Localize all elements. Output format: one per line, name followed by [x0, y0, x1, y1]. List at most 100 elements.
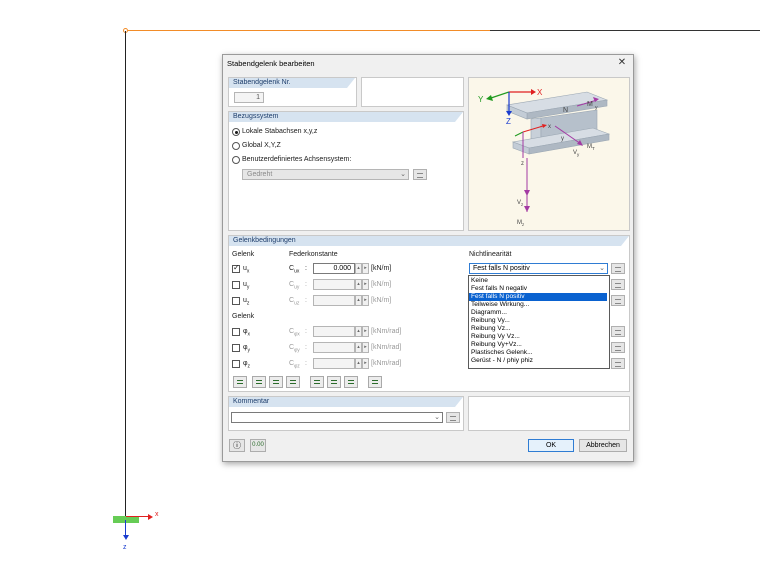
spring-cphix-next-icon[interactable]: ▸	[362, 326, 369, 337]
spring-cphiy-label: Cφy	[289, 344, 300, 354]
reference-system-group: Bezugssystem Lokale Stabachsen x,y,z Glo…	[228, 111, 464, 231]
diagram-label-vy-sub: y	[577, 152, 580, 157]
dropdown-option[interactable]: Reibung Vy+Vz...	[469, 341, 607, 349]
dropdown-option[interactable]: Reibung Vy...	[469, 317, 607, 325]
spring-cphiz-next-icon[interactable]: ▸	[362, 358, 369, 369]
spring-cuz-label: Cuz	[289, 297, 300, 307]
close-icon[interactable]: ✕	[616, 57, 628, 68]
spring-cux-label: Cux	[289, 265, 300, 275]
dropdown-option[interactable]: Reibung Vz...	[469, 325, 607, 333]
hinge-all-icon[interactable]	[233, 376, 247, 388]
spring-cphix-colon: :	[305, 328, 307, 335]
hinge-mymz-icon[interactable]	[344, 376, 358, 388]
dof-uz-label: uz	[243, 297, 250, 307]
nonlinearity-edit-phiy-icon[interactable]	[611, 342, 625, 353]
chevron-down-icon: ⌄	[599, 265, 605, 272]
dropdown-option[interactable]: Fest falls N negativ	[469, 285, 607, 293]
spring-cuz-spin-icon[interactable]: ▴	[355, 295, 362, 306]
edit-axis-system-icon[interactable]	[413, 169, 427, 180]
spring-cux-spin-icon[interactable]: ▴	[355, 263, 362, 274]
hinge-mz-icon[interactable]	[327, 376, 341, 388]
nonlinearity-edit-uy-icon[interactable]	[611, 279, 625, 290]
checkbox-ux[interactable]	[232, 263, 240, 273]
hinge-number-header: Stabendgelenk Nr.	[229, 78, 355, 88]
user-axis-select[interactable]: Gedreht ⌄	[242, 169, 409, 180]
spring-cphiy-input[interactable]	[313, 342, 355, 353]
spring-cuy-spin-icon[interactable]: ▴	[355, 279, 362, 290]
spring-cuz-next-icon[interactable]: ▸	[362, 295, 369, 306]
spring-cuy-input[interactable]	[313, 279, 355, 290]
dropdown-option[interactable]: Plastisches Gelenk...	[469, 349, 607, 357]
dropdown-option[interactable]: Diagramm...	[469, 309, 607, 317]
checkbox-phiz[interactable]	[232, 360, 240, 368]
diagram-label-x-local: x	[548, 124, 551, 130]
dropdown-option[interactable]: Keine	[469, 277, 607, 285]
spring-cphix-spin-icon[interactable]: ▴	[355, 326, 362, 337]
spring-cphiy-next-icon[interactable]: ▸	[362, 342, 369, 353]
spring-cphiy-spin-icon[interactable]: ▴	[355, 342, 362, 353]
help-icon[interactable]: ⓘ	[229, 439, 245, 452]
col-federkonstante-label: Federkonstante	[289, 251, 338, 258]
chevron-down-icon: ⌄	[434, 414, 440, 421]
reference-system-header: Bezugssystem	[229, 112, 463, 122]
comment-library-icon[interactable]	[446, 412, 460, 423]
radio-user-axes[interactable]	[232, 156, 240, 164]
dof-phiz-label: φz	[243, 360, 251, 370]
hinge-number-group: Stabendgelenk Nr. 1	[228, 77, 357, 107]
dropdown-option-selected[interactable]: Fest falls N positiv	[469, 293, 607, 301]
hinge-description-box	[361, 77, 464, 107]
spring-cuy-label: Cuy	[289, 281, 300, 291]
nonlinearity-edit-phix-icon[interactable]	[611, 326, 625, 337]
member-top-orange	[126, 30, 490, 31]
checkbox-uz[interactable]	[232, 297, 240, 305]
checkbox-phiy[interactable]	[232, 344, 240, 352]
nonlinearity-edit-icon[interactable]	[611, 263, 625, 274]
nonlinearity-select[interactable]: Fest falls N positiv ⌄	[469, 263, 608, 274]
radio-local-axes[interactable]	[232, 128, 240, 136]
axis-x-label: x	[155, 511, 159, 518]
dropdown-option[interactable]: Gerüst - N / phiy phiz	[469, 357, 607, 365]
spring-cuz-unit: [kN/m]	[371, 297, 392, 304]
hinge-axes-svg: X Y Z N M y x y V y M T z V z M z	[478, 88, 611, 227]
spring-cux-input[interactable]: 0.000	[313, 263, 355, 274]
comment-input[interactable]: ⌄	[231, 412, 443, 423]
hinge-vy-icon[interactable]	[252, 376, 266, 388]
user-axis-select-value: Gedreht	[247, 171, 273, 178]
comment-header: Kommentar	[229, 397, 463, 407]
cancel-button[interactable]: Abbrechen	[579, 439, 627, 452]
axis-z-arrow	[125, 520, 126, 536]
radio-global-axes[interactable]	[232, 142, 240, 150]
hinge-vz-icon[interactable]	[269, 376, 283, 388]
units-icon[interactable]: 0.00	[250, 439, 266, 452]
nonlinearity-select-value: Fest falls N positiv	[473, 265, 530, 272]
checkbox-phix[interactable]	[232, 328, 240, 336]
diagram-label-z-local: z	[521, 161, 524, 167]
spring-cphix-label: Cφx	[289, 328, 300, 338]
radio-user-axes-label: Benutzerdefiniertes Achsensystem:	[242, 156, 352, 163]
spring-cphix-input[interactable]	[313, 326, 355, 337]
dropdown-option[interactable]: Teilweise Wirkung...	[469, 301, 607, 309]
ok-button[interactable]: OK	[528, 439, 574, 452]
spring-cphiz-spin-icon[interactable]: ▴	[355, 358, 362, 369]
spring-cuy-next-icon[interactable]: ▸	[362, 279, 369, 290]
spring-cphiz-label: Cφz	[289, 360, 300, 370]
dof-phiy-label: φy	[243, 344, 251, 354]
spring-cux-value: 0.000	[333, 265, 351, 272]
checkbox-uy[interactable]	[232, 281, 240, 289]
spring-cuz-input[interactable]	[313, 295, 355, 306]
spring-cux-colon: :	[305, 265, 307, 272]
chevron-down-icon: ⌄	[400, 171, 406, 178]
hinge-my-icon[interactable]	[310, 376, 324, 388]
spring-cux-next-icon[interactable]: ▸	[362, 263, 369, 274]
spring-cphiy-unit: [kNm/rad]	[371, 344, 402, 351]
nonlinearity-edit-phiz-icon[interactable]	[611, 358, 625, 369]
hinge-vyvz-icon[interactable]	[286, 376, 300, 388]
spring-cphiz-input[interactable]	[313, 358, 355, 369]
dropdown-option[interactable]: Reibung Vy Vz...	[469, 333, 607, 341]
nonlinearity-edit-uz-icon[interactable]	[611, 295, 625, 306]
diagram-label-n: N	[563, 107, 568, 114]
spring-cphix-unit: [kNm/rad]	[371, 328, 402, 335]
hinge-n-icon[interactable]	[368, 376, 382, 388]
radio-global-axes-label: Global X,Y,Z	[242, 142, 281, 149]
dof-uy-label: uy	[243, 281, 250, 291]
